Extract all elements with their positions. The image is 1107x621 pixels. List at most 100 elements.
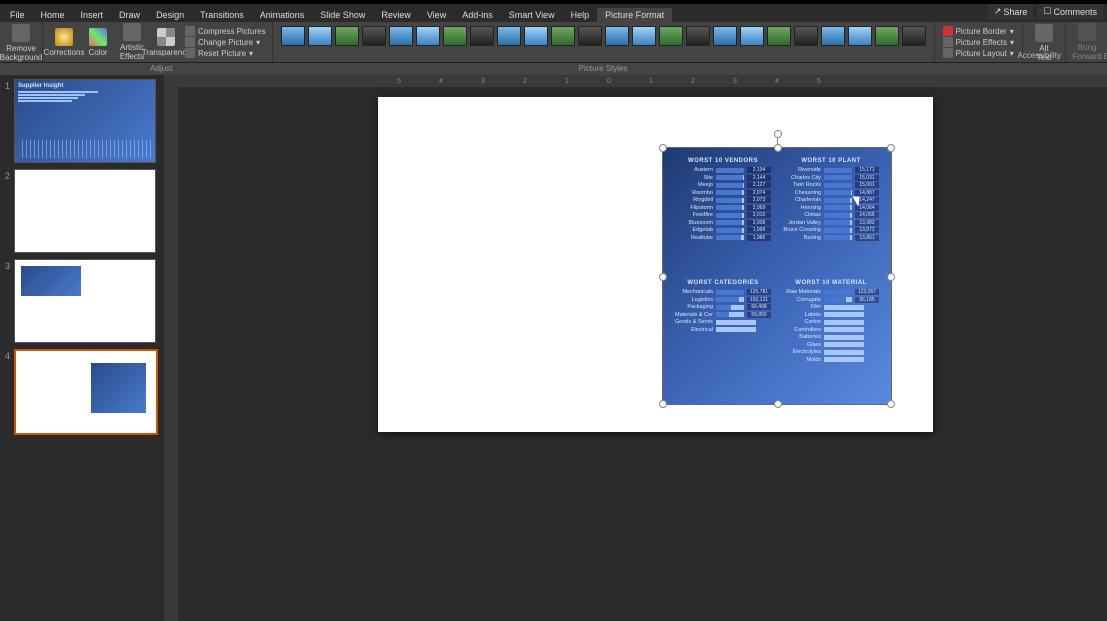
picture-style-thumb[interactable]: [605, 26, 629, 46]
ribbon: Remove Background Corrections Color Arti…: [0, 22, 1107, 63]
reset-picture-button[interactable]: Reset Picture ▾: [185, 48, 266, 58]
tab-animations[interactable]: Animations: [252, 8, 313, 22]
chart-row: Bluezoom2,008: [675, 220, 771, 226]
resize-handle[interactable]: [887, 144, 895, 152]
chart-row: Ringdell2,073: [675, 197, 771, 203]
slide-thumbnail-4[interactable]: [14, 349, 158, 435]
chart-row: Logistics102,131: [675, 297, 771, 303]
comments-button[interactable]: ☐ Comments: [1037, 4, 1103, 19]
resize-handle[interactable]: [774, 144, 782, 152]
slide[interactable]: Worst 10 VendorsAustern2,194Site2,144Mee…: [378, 97, 933, 432]
picture-style-thumb[interactable]: [659, 26, 683, 46]
adjust-group-label: Adjust: [47, 64, 276, 73]
remove-background-button[interactable]: Remove Background: [4, 24, 38, 62]
chart-row: Raw Materials123,067: [783, 289, 879, 295]
chart-row: Carton: [783, 319, 879, 325]
picture-style-thumb[interactable]: [875, 26, 899, 46]
chart-row: Batteries: [783, 334, 879, 340]
picture-style-thumb[interactable]: [821, 26, 845, 46]
slide-thumbnail-3[interactable]: [14, 259, 156, 343]
chart-row: Labels: [783, 312, 879, 318]
chart-row: Goods & Services: [675, 319, 771, 325]
picture-style-thumb[interactable]: [686, 26, 710, 46]
picture-styles-gallery[interactable]: [277, 24, 930, 48]
picture-style-thumb[interactable]: [497, 26, 521, 46]
tab-draw[interactable]: Draw: [111, 8, 148, 22]
resize-handle[interactable]: [659, 273, 667, 281]
chart-row: Materials & Com..59,850: [675, 312, 771, 318]
tab-slide-show[interactable]: Slide Show: [312, 8, 373, 22]
chart-row: Glass: [783, 342, 879, 348]
picture-layout-button[interactable]: Picture Layout ▾: [943, 48, 1014, 58]
picture-style-thumb[interactable]: [524, 26, 548, 46]
picture-style-thumb[interactable]: [389, 26, 413, 46]
picture-style-thumb[interactable]: [443, 26, 467, 46]
arrange-group-label: Arrange: [1070, 64, 1107, 73]
picture-style-thumb[interactable]: [551, 26, 575, 46]
tab-file[interactable]: File: [2, 8, 33, 22]
tab-smart-view[interactable]: Smart View: [501, 8, 563, 22]
chart-panel: Worst CategoriesMechanicals125,781Logist…: [669, 276, 777, 398]
chart-row: Riverside15,171: [783, 167, 879, 173]
chart-row: Flipstorm2,069: [675, 205, 771, 211]
tab-home[interactable]: Home: [33, 8, 73, 22]
tab-add-ins[interactable]: Add-ins: [454, 8, 501, 22]
picture-style-thumb[interactable]: [281, 26, 305, 46]
picture-style-thumb[interactable]: [713, 26, 737, 46]
picture-style-thumb[interactable]: [362, 26, 386, 46]
chart-row: Electrolytes: [783, 349, 879, 355]
tab-review[interactable]: Review: [373, 8, 419, 22]
resize-handle[interactable]: [659, 400, 667, 408]
picture-effects-button[interactable]: Picture Effects ▾: [943, 37, 1014, 47]
chart-row: Feedfire2,015: [675, 212, 771, 218]
resize-handle[interactable]: [887, 273, 895, 281]
tab-design[interactable]: Design: [148, 8, 192, 22]
chart-row: Corrugate96,185: [783, 297, 879, 303]
tab-transitions[interactable]: Transitions: [192, 8, 252, 22]
chart-row: Climax14,056: [783, 212, 879, 218]
picture-style-thumb[interactable]: [632, 26, 656, 46]
picture-style-thumb[interactable]: [470, 26, 494, 46]
tab-view[interactable]: View: [419, 8, 454, 22]
tab-insert[interactable]: Insert: [73, 8, 112, 22]
picture-style-thumb[interactable]: [740, 26, 764, 46]
bring-forward-button[interactable]: Bring Forward: [1070, 23, 1104, 61]
vertical-ruler: [164, 75, 178, 621]
corrections-button[interactable]: Corrections: [47, 28, 81, 57]
picture-style-thumb[interactable]: [335, 26, 359, 46]
slide-thumbnail-panel: 1Supplier Insight234: [0, 75, 164, 621]
tab-help[interactable]: Help: [563, 8, 598, 22]
picture-style-thumb[interactable]: [308, 26, 332, 46]
chart-row: Film: [783, 304, 879, 310]
resize-handle[interactable]: [659, 144, 667, 152]
picture-style-thumb[interactable]: [767, 26, 791, 46]
chart-panel: Worst 10 VendorsAustern2,194Site2,144Mee…: [669, 154, 777, 276]
picture-style-thumb[interactable]: [578, 26, 602, 46]
transparency-button[interactable]: Transparency: [149, 28, 183, 57]
compress-pictures-button[interactable]: Compress Pictures: [185, 26, 266, 36]
tab-picture-format[interactable]: Picture Format: [597, 8, 672, 22]
styles-group-label: Picture Styles: [273, 64, 934, 73]
picture-style-thumb[interactable]: [416, 26, 440, 46]
picture-style-thumb[interactable]: [848, 26, 872, 46]
slide-thumbnail-1[interactable]: Supplier Insight: [14, 79, 156, 163]
picture-style-thumb[interactable]: [902, 26, 926, 46]
chart-row: Realtube1,986: [675, 235, 771, 241]
rotate-handle[interactable]: [774, 130, 782, 138]
inserted-picture[interactable]: Worst 10 VendorsAustern2,194Site2,144Mee…: [662, 147, 892, 405]
resize-handle[interactable]: [774, 400, 782, 408]
slide-thumbnail-2[interactable]: [14, 169, 156, 253]
share-button[interactable]: ↗ Share: [988, 4, 1034, 19]
chart-panel: Worst 10 PlantRiverside15,171Charles Cit…: [777, 154, 885, 276]
color-button[interactable]: Color: [81, 28, 115, 57]
change-picture-button[interactable]: Change Picture ▾: [185, 37, 266, 47]
chart-row: Chesaning14,887: [783, 190, 879, 196]
chart-row: Twin Rocks15,001: [783, 182, 879, 188]
horizontal-ruler: 54321012345: [178, 75, 1107, 87]
picture-style-thumb[interactable]: [794, 26, 818, 46]
resize-handle[interactable]: [887, 400, 895, 408]
chart-row: Austern2,194: [675, 167, 771, 173]
picture-border-button[interactable]: Picture Border ▾: [943, 26, 1014, 36]
chart-row: Jordan Valley13,982: [783, 220, 879, 226]
chart-row: Bruce Crossing13,972: [783, 227, 879, 233]
